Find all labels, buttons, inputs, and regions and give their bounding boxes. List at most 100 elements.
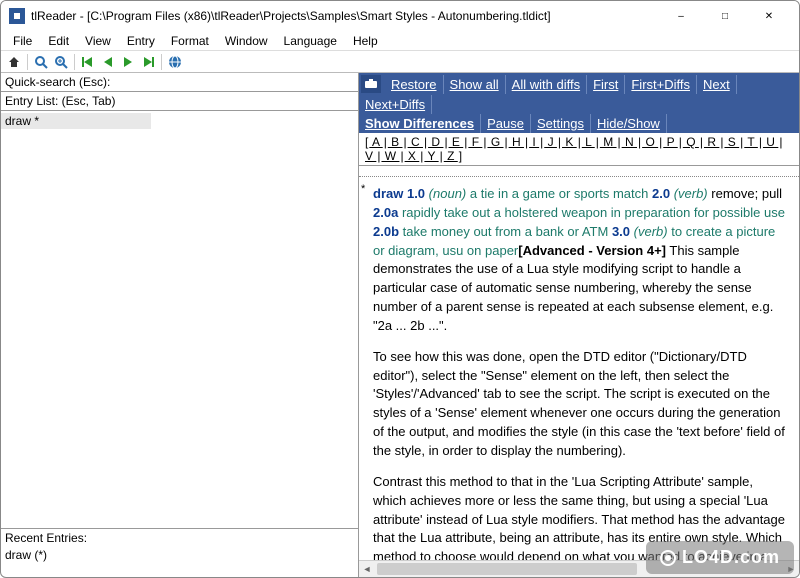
watermark: LO4D.com — [646, 541, 794, 574]
pos-label: (verb) — [674, 186, 708, 201]
sense-number: 2.0a — [373, 205, 398, 220]
camera-icon[interactable] — [361, 75, 381, 93]
nav-first-diffs[interactable]: First+Diffs — [625, 75, 697, 94]
sense-number: 1.0 — [407, 186, 425, 201]
toolbar-separator — [74, 54, 75, 70]
close-button[interactable]: ✕ — [747, 2, 791, 30]
menu-language[interactable]: Language — [276, 32, 345, 50]
alpha-link-p[interactable]: P — [662, 135, 678, 149]
alpha-link-a[interactable]: A — [368, 135, 383, 149]
nav-restore[interactable]: Restore — [385, 75, 444, 94]
menu-window[interactable]: Window — [217, 32, 276, 50]
alpha-link-w[interactable]: W — [380, 149, 400, 163]
left-pane: Quick-search (Esc): Entry List: (Esc, Ta… — [1, 73, 359, 577]
toolbar-separator — [161, 54, 162, 70]
definition: a tie in a game or sports match — [470, 186, 648, 201]
nav-show-differences[interactable]: Show Differences — [359, 114, 481, 133]
menu-help[interactable]: Help — [345, 32, 386, 50]
toolbar — [1, 51, 799, 73]
window-title: tlReader - [C:\Program Files (x86)\tlRea… — [31, 9, 659, 23]
diff-toolbar: Restore Show all All with diffs First Fi… — [359, 73, 799, 133]
recent-entry-item[interactable]: draw (*) — [5, 548, 354, 562]
sense-number: 2.0b — [373, 224, 399, 239]
alpha-link-l[interactable]: L — [581, 135, 596, 149]
watermark-icon — [660, 550, 676, 566]
menubar: File Edit View Entry Format Window Langu… — [1, 31, 799, 51]
alpha-link-j[interactable]: J — [543, 135, 558, 149]
body: Quick-search (Esc): Entry List: (Esc, Ta… — [1, 73, 799, 577]
nav-hide-show[interactable]: Hide/Show — [591, 114, 667, 133]
alpha-link-d[interactable]: D — [427, 135, 444, 149]
nav-pause[interactable]: Pause — [481, 114, 531, 133]
alpha-link-b[interactable]: B — [387, 135, 404, 149]
scroll-left-arrow[interactable]: ◄ — [359, 561, 375, 577]
entry-list-item[interactable]: draw * — [1, 113, 151, 129]
minimize-button[interactable]: – — [659, 2, 703, 30]
menu-file[interactable]: File — [5, 32, 40, 50]
alpha-link-f[interactable]: F — [467, 135, 483, 149]
headword: draw — [373, 186, 403, 201]
alpha-link-h[interactable]: H — [508, 135, 525, 149]
globe-icon[interactable] — [166, 53, 184, 71]
menu-format[interactable]: Format — [163, 32, 217, 50]
app-icon — [9, 8, 25, 24]
entry-list-label: Entry List: (Esc, Tab) — [1, 92, 358, 111]
alpha-link-q[interactable]: Q — [682, 135, 700, 149]
alpha-link-g[interactable]: G — [486, 135, 504, 149]
current-entry-marker: * — [361, 183, 365, 195]
definition: take money out from a bank or ATM — [403, 224, 609, 239]
nav-all-with-diffs[interactable]: All with diffs — [506, 75, 587, 94]
definition: remove; pull — [711, 186, 782, 201]
recent-entries-list[interactable]: draw (*) — [1, 547, 358, 577]
pos-label: (verb) — [634, 224, 668, 239]
alpha-link-x[interactable]: X — [404, 149, 421, 163]
window-controls: – □ ✕ — [659, 2, 791, 30]
alpha-link-e[interactable]: E — [448, 135, 465, 149]
paragraph: To see how this was done, open the DTD e… — [373, 348, 789, 461]
alpha-link-o[interactable]: O — [641, 135, 659, 149]
zoom-icon[interactable] — [52, 53, 70, 71]
entry-body: draw 1.0 (noun) a tie in a game or sport… — [373, 185, 789, 560]
alphabet-bar: [ A | B | C | D | E | F | G | H | I | J … — [359, 133, 799, 166]
definition: rapidly take out a holstered weapon in p… — [402, 205, 785, 220]
alpha-link-z[interactable]: Z — [443, 149, 459, 163]
nav-first-icon[interactable] — [79, 53, 97, 71]
menu-entry[interactable]: Entry — [119, 32, 163, 50]
nav-next-diffs[interactable]: Next+Diffs — [359, 95, 432, 114]
sense-number: 3.0 — [612, 224, 630, 239]
nav-settings[interactable]: Settings — [531, 114, 591, 133]
alpha-link-s[interactable]: S — [723, 135, 740, 149]
alpha-link-t[interactable]: T — [743, 135, 759, 149]
nav-first[interactable]: First — [587, 75, 625, 94]
nav-show-all[interactable]: Show all — [444, 75, 506, 94]
nav-last-icon[interactable] — [139, 53, 157, 71]
nav-prev-icon[interactable] — [99, 53, 117, 71]
alpha-link-m[interactable]: M — [599, 135, 618, 149]
advanced-note: [Advanced - Version 4+] — [518, 243, 666, 258]
home-icon[interactable] — [5, 53, 23, 71]
search-icon[interactable] — [32, 53, 50, 71]
quick-search-label: Quick-search (Esc): — [1, 73, 358, 92]
recent-entries-label: Recent Entries: — [1, 528, 358, 547]
menu-view[interactable]: View — [77, 32, 119, 50]
scroll-thumb[interactable] — [377, 563, 637, 575]
right-pane: Restore Show all All with diffs First Fi… — [359, 73, 799, 577]
nav-next-icon[interactable] — [119, 53, 137, 71]
alpha-link-n[interactable]: N — [621, 135, 638, 149]
entry-list[interactable]: draw * — [1, 111, 358, 528]
menu-edit[interactable]: Edit — [40, 32, 77, 50]
alpha-link-i[interactable]: I — [528, 135, 540, 149]
maximize-button[interactable]: □ — [703, 2, 747, 30]
titlebar: tlReader - [C:\Program Files (x86)\tlRea… — [1, 1, 799, 31]
app-window: tlReader - [C:\Program Files (x86)\tlRea… — [0, 0, 800, 578]
entry-content[interactable]: * draw 1.0 (noun) a tie in a game or spo… — [359, 176, 799, 560]
alpha-link-c[interactable]: C — [407, 135, 424, 149]
alpha-link-k[interactable]: K — [561, 135, 578, 149]
alpha-link-y[interactable]: Y — [423, 149, 439, 163]
nav-next[interactable]: Next — [697, 75, 737, 94]
sense-number: 2.0 — [652, 186, 670, 201]
alpha-link-u[interactable]: U — [762, 135, 779, 149]
watermark-text: LO4D.com — [682, 547, 780, 568]
toolbar-separator — [27, 54, 28, 70]
alpha-link-r[interactable]: R — [703, 135, 720, 149]
